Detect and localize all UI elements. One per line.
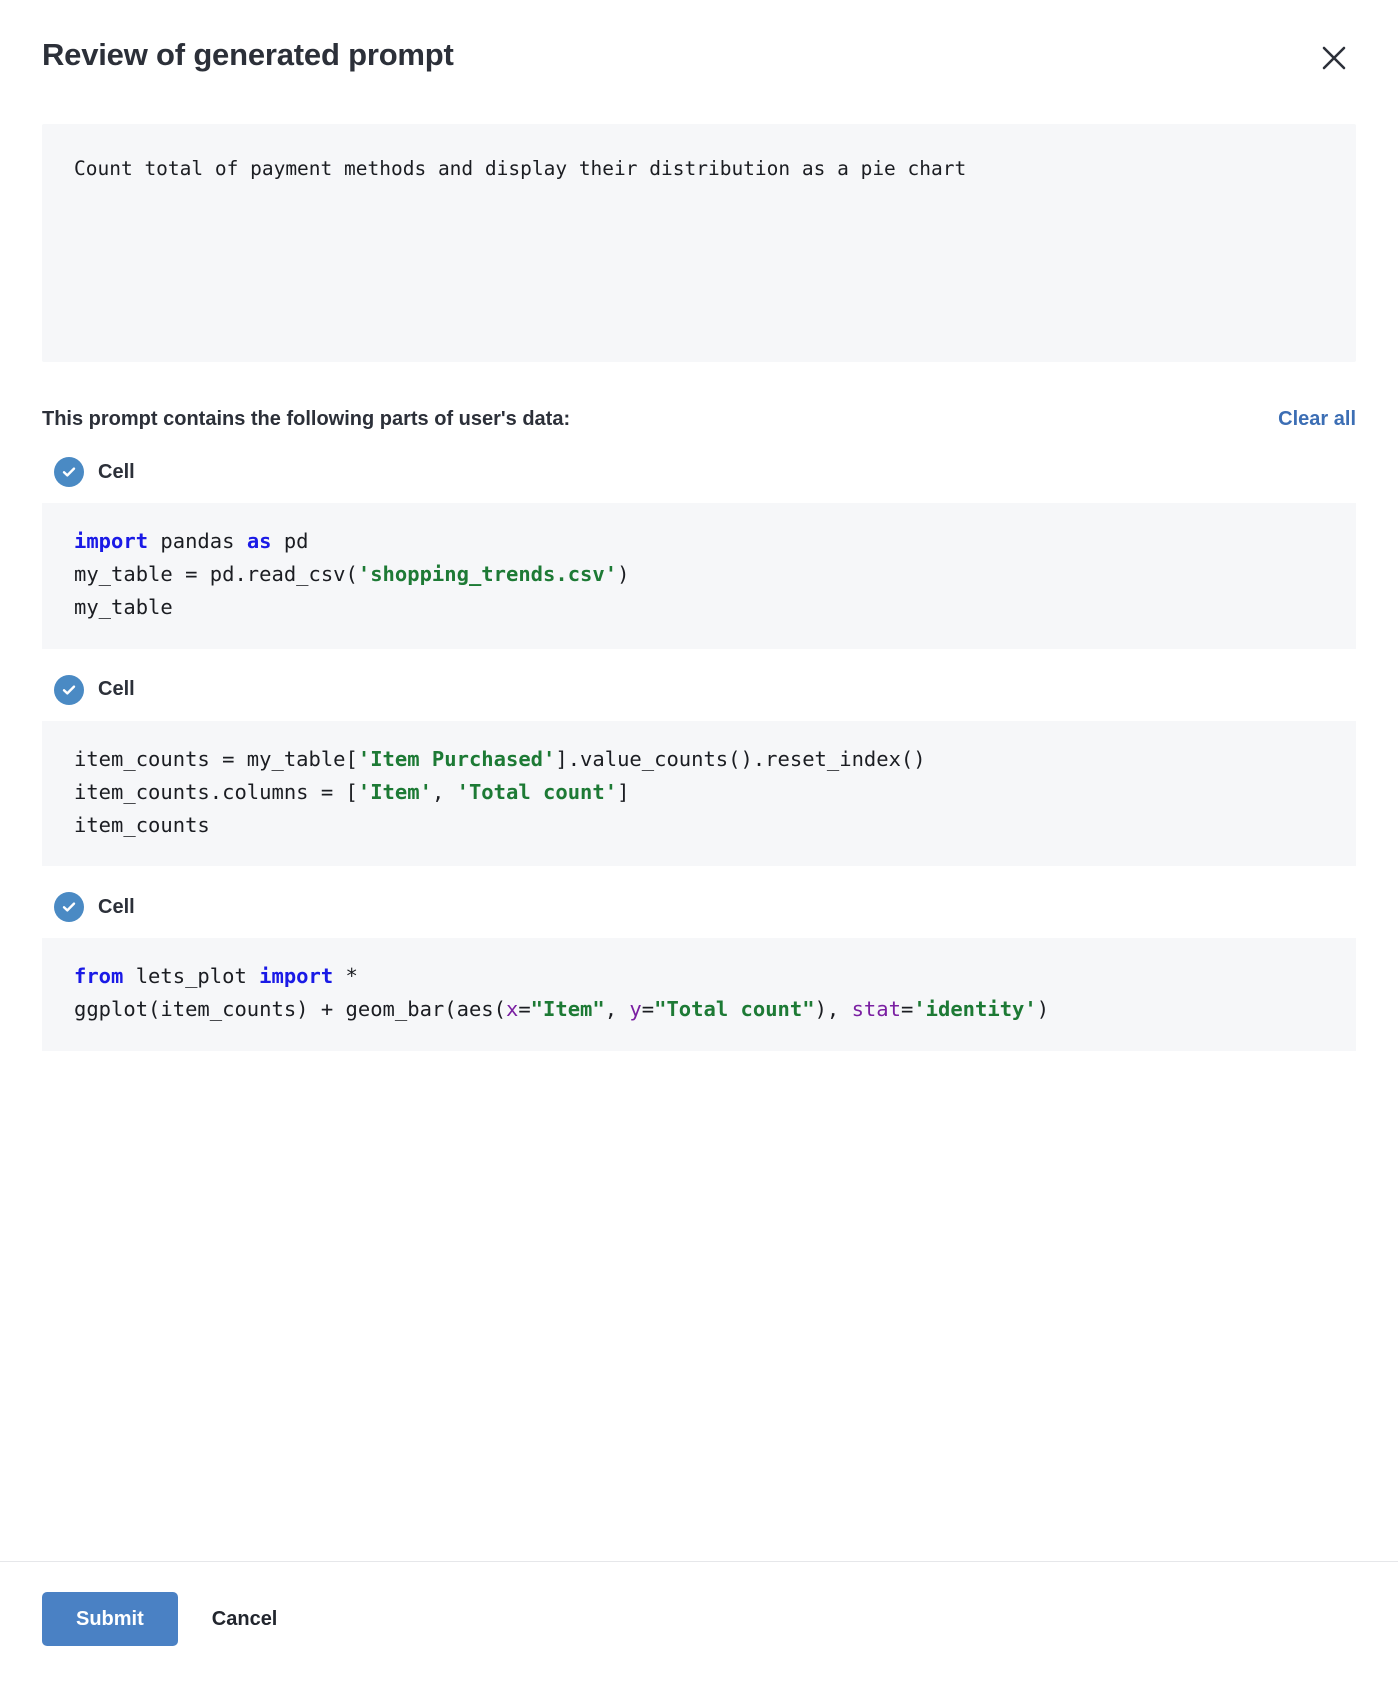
code-token: , — [431, 779, 457, 804]
dialog-header: Review of generated prompt — [0, 0, 1398, 78]
code-token: item_counts — [74, 813, 210, 838]
code-token: "Item" — [530, 997, 605, 1022]
code-token: x — [505, 997, 519, 1022]
code-token: ggplot(item_counts) + geom_bar(aes( — [74, 997, 506, 1022]
code-line: from lets_plot import * — [74, 960, 1324, 993]
submit-button[interactable]: Submit — [42, 1592, 178, 1646]
code-line: import pandas as pd — [74, 525, 1324, 558]
page-title: Review of generated prompt — [42, 37, 454, 72]
code-token: = — [900, 997, 914, 1022]
close-icon-glyph — [1322, 46, 1346, 70]
check-glyph — [62, 467, 76, 477]
code-token: 'Item' — [357, 779, 432, 804]
code-token: pd — [271, 529, 309, 553]
parts-label: This prompt contains the following parts… — [42, 408, 571, 430]
code-token: * — [333, 964, 358, 989]
code-token: ] — [617, 779, 630, 804]
code-token: ) — [617, 562, 630, 587]
check-circle-icon[interactable] — [54, 892, 84, 923]
code-token: item_counts.columns = [ — [74, 779, 358, 804]
code-token: my_table — [74, 595, 173, 620]
cell-label: Cell — [98, 678, 135, 701]
cell-group: Cell from lets_plot import * ggplot(item_c… — [42, 892, 1356, 1051]
check-circle-icon[interactable] — [54, 457, 84, 487]
cell-label: Cell — [98, 460, 135, 483]
cell-header: Cell — [42, 674, 1356, 705]
code-token: lets_plot — [123, 964, 260, 989]
code-token: 'shopping_trends.csv' — [357, 562, 618, 587]
code-token: = — [641, 997, 655, 1022]
cell-group: Cell import pandas as pd my_table = pd.rea… — [42, 457, 1356, 649]
code-block[interactable]: from lets_plot import * ggplot(item_count… — [42, 938, 1356, 1051]
code-line: item_counts = my_table['Item Purchased']… — [74, 743, 1324, 776]
check-glyph — [62, 685, 76, 695]
check-glyph — [62, 902, 76, 912]
code-token: my_table = pd.read_csv( — [74, 562, 358, 587]
code-block[interactable]: import pandas as pd my_table = pd.read_cs… — [42, 503, 1356, 649]
code-token: 'Total count' — [456, 779, 618, 804]
cell-header: Cell — [42, 457, 1356, 487]
code-token: import — [259, 964, 334, 989]
code-token: item_counts = my_table[ — [74, 746, 358, 771]
review-prompt-dialog: Review of generated prompt Count total o… — [0, 0, 1398, 1686]
code-token: ) — [1036, 997, 1050, 1022]
cells-list: Cell import pandas as pd my_table = pd.rea… — [42, 457, 1356, 1051]
code-line: my_table — [74, 591, 1324, 624]
code-token: "Total count" — [654, 997, 815, 1022]
parts-row: This prompt contains the following parts… — [42, 408, 1356, 431]
cancel-button[interactable]: Cancel — [196, 1592, 294, 1646]
code-token: import — [74, 529, 149, 553]
cell-group: Cell item_counts = my_table['Item Purchas… — [42, 674, 1356, 867]
code-line: ggplot(item_counts) + geom_bar(aes(x="It… — [74, 993, 1324, 1026]
code-token: pandas — [148, 529, 247, 553]
code-token: from — [74, 964, 124, 989]
generated-prompt-text[interactable]: Count total of payment methods and displ… — [42, 124, 1356, 362]
code-block[interactable]: item_counts = my_table['Item Purchased']… — [42, 720, 1356, 867]
code-token: 'Item Purchased' — [357, 746, 556, 771]
code-token: ), — [814, 997, 852, 1022]
dialog-footer: Submit Cancel — [0, 1561, 1398, 1686]
code-token: ].value_counts().reset_index() — [555, 746, 926, 771]
code-token: 'identity' — [913, 997, 1037, 1022]
code-token: = — [518, 997, 531, 1022]
code-line: item_counts — [74, 809, 1324, 842]
code-line: item_counts.columns = ['Item', 'Total co… — [74, 776, 1324, 809]
clear-all-link[interactable]: Clear all — [1278, 408, 1356, 431]
check-circle-icon[interactable] — [54, 674, 84, 705]
code-token: as — [246, 529, 272, 553]
cell-label: Cell — [98, 895, 135, 918]
code-token: y — [629, 997, 642, 1022]
cell-header: Cell — [42, 892, 1356, 923]
code-token: stat — [851, 997, 901, 1022]
code-line: my_table = pd.read_csv('shopping_trends.… — [74, 558, 1324, 591]
dialog-body: Count total of payment methods and displ… — [0, 78, 1398, 1561]
close-icon[interactable] — [1314, 38, 1354, 78]
code-token: , — [604, 997, 630, 1022]
